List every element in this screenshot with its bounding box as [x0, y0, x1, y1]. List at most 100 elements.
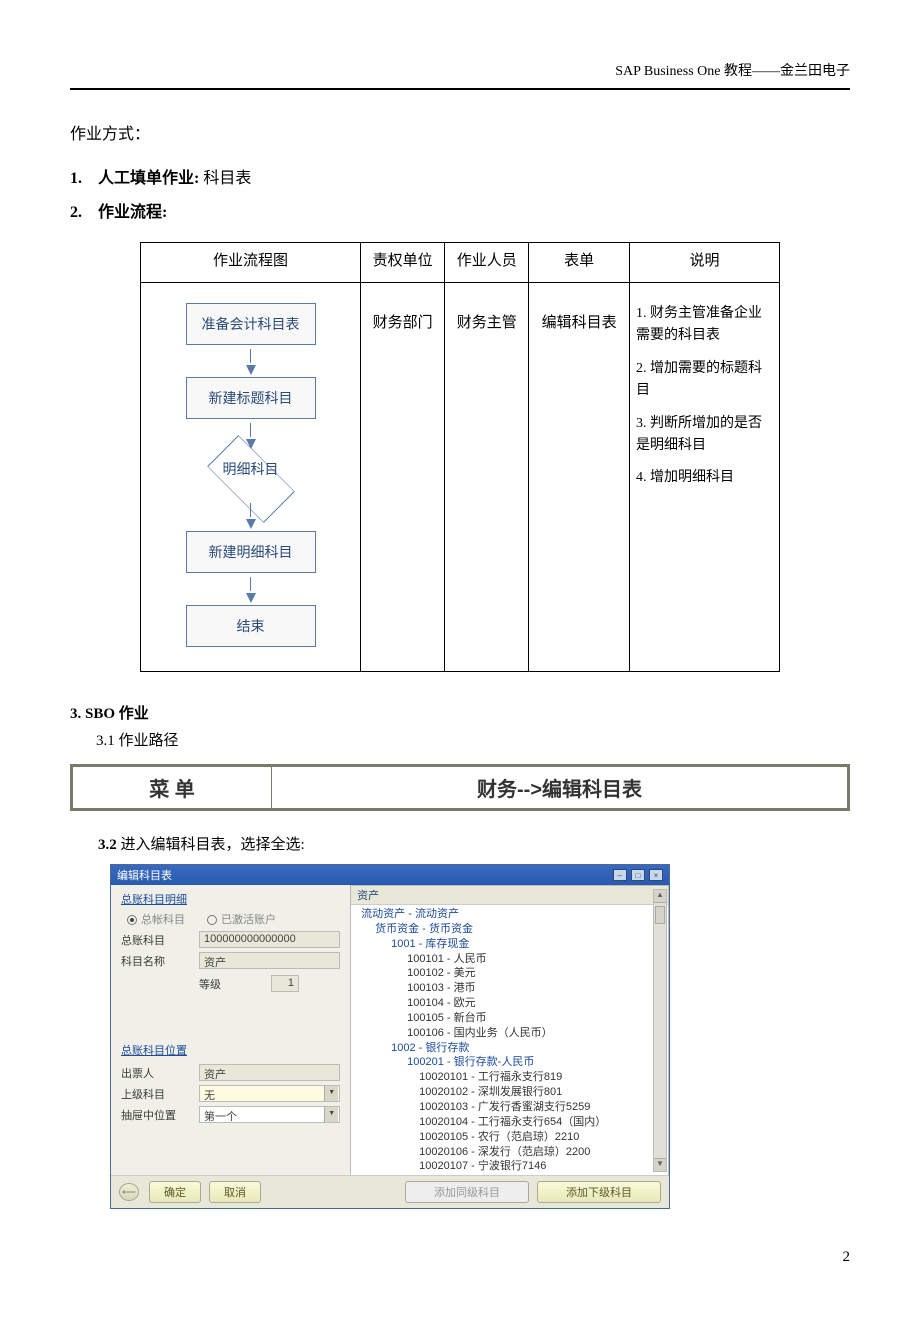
radio-gl-account[interactable]: [127, 915, 137, 925]
sbo-heading: 3. SBO 作业: [70, 702, 850, 723]
menu-path-table: 菜 单 财务-->编辑科目表: [70, 764, 850, 811]
flow-form-cell: 编辑科目表: [529, 283, 630, 672]
select-parent[interactable]: 无▼: [199, 1085, 340, 1102]
nav-back-icon[interactable]: ⟵: [119, 1183, 139, 1201]
tree-node[interactable]: 10020101 - 工行福永支行819: [357, 1070, 668, 1085]
select-parent-value: 无: [204, 1090, 215, 1102]
gl-position-link[interactable]: 总账科目位置: [121, 1042, 340, 1058]
lbl-gl-name: 科目名称: [121, 953, 199, 969]
tree-node[interactable]: 10020104 - 工行福永支行654（国内）: [357, 1115, 668, 1130]
account-tree[interactable]: 流动资产 - 流动资产货币资金 - 货币资金1001 - 库存现金100101 …: [357, 907, 668, 1175]
flow-person-cell: 财务主管: [445, 283, 529, 672]
flow-diagram-cell: 准备会计科目表 新建标题科目 明细科目 新建明细科目 结束: [141, 283, 361, 672]
flow-th-person: 作业人员: [445, 243, 529, 283]
flow-desc-1: 1. 财务主管准备企业需要的科目表: [636, 303, 773, 348]
gl-detail-link[interactable]: 总账科目明细: [121, 891, 340, 907]
list-title-1: 人工填单作业:: [98, 170, 199, 187]
page-header: SAP Business One 教程——金兰田电子: [70, 60, 850, 80]
scroll-up-icon[interactable]: ▲: [654, 890, 666, 903]
scroll-thumb[interactable]: [655, 906, 665, 924]
list-item-1: 1. 人工填单作业: 科目表: [70, 164, 850, 188]
tree-node[interactable]: 10020103 - 广发行香蜜湖支行5259: [357, 1100, 668, 1115]
sbo-step-3-2: 3.2 进入编辑科目表，选择全选:: [98, 833, 850, 854]
cancel-button[interactable]: 取消: [209, 1181, 261, 1203]
list-text-1: 科目表: [203, 170, 251, 187]
list-title-2: 作业流程:: [98, 204, 167, 221]
radio-active-account[interactable]: [207, 915, 217, 925]
minimize-icon[interactable]: –: [613, 869, 627, 881]
tree-node[interactable]: 100102 - 美元: [357, 966, 668, 981]
list-num-2: 2.: [70, 204, 82, 221]
tree-header-assets: 资产: [351, 886, 668, 905]
select-position-value: 第一个: [204, 1111, 237, 1123]
menu-right: 财务-->编辑科目表: [272, 766, 849, 810]
lbl-parent: 上级科目: [121, 1086, 199, 1102]
lbl-gl-code: 总账科目: [121, 932, 199, 948]
radio-active-label: 已激活账户: [221, 914, 276, 926]
tree-node[interactable]: 1002 - 银行存款: [357, 1041, 668, 1056]
page-number: 2: [70, 1249, 850, 1266]
flow-desc-3: 3. 判断所增加的是否是明细科目: [636, 413, 773, 458]
window-buttons: – □ ×: [612, 869, 663, 881]
tree-node[interactable]: 10020102 - 深圳发展银行801: [357, 1085, 668, 1100]
sbo-path-label: 3.1 作业路径: [96, 729, 850, 750]
close-icon[interactable]: ×: [649, 869, 663, 881]
tree-node[interactable]: 100106 - 国内业务（人民币）: [357, 1026, 668, 1041]
add-child-button[interactable]: 添加下级科目: [537, 1181, 661, 1203]
header-rule: [70, 88, 850, 90]
tree-node[interactable]: 10020108 - 农业银行17589: [357, 1174, 668, 1175]
tree-node[interactable]: 10020107 - 宁波银行7146: [357, 1159, 668, 1174]
tree-node[interactable]: 100201 - 银行存款-人民币: [357, 1055, 668, 1070]
intro-label: 作业方式：: [70, 120, 850, 144]
add-sibling-button[interactable]: 添加同级科目: [405, 1181, 529, 1203]
select-position[interactable]: 第一个 ▼: [199, 1106, 340, 1123]
menu-left: 菜 单: [72, 766, 272, 810]
chevron-down-icon[interactable]: ▼: [324, 1107, 338, 1122]
input-drawer[interactable]: 资产: [199, 1064, 340, 1081]
input-level[interactable]: 1: [271, 975, 299, 992]
chevron-down-icon[interactable]: ▼: [324, 1086, 338, 1101]
flow-decision-detail: 明细科目: [186, 439, 316, 499]
tree-node[interactable]: 1001 - 库存现金: [357, 937, 668, 952]
flow-box-prepare: 准备会计科目表: [186, 303, 316, 345]
flow-th-form: 表单: [529, 243, 630, 283]
tree-node[interactable]: 100103 - 港币: [357, 981, 668, 996]
tree-node[interactable]: 100101 - 人民币: [357, 952, 668, 967]
sbo-step-text: 进入编辑科目表，选择全选:: [121, 837, 305, 853]
sap-window: 编辑科目表 – □ × 总账科目明细 总帐科目 已激活账户 总账科目 10000…: [110, 864, 670, 1209]
flow-decision-label: 明细科目: [186, 459, 316, 479]
flow-desc-4: 4. 增加明细科目: [636, 467, 773, 489]
tree-node[interactable]: 流动资产 - 流动资产: [357, 907, 668, 922]
lbl-position: 抽屉中位置: [121, 1107, 199, 1123]
flow-box-new-title: 新建标题科目: [186, 377, 316, 419]
flow-th-diagram: 作业流程图: [141, 243, 361, 283]
scroll-down-icon[interactable]: ▼: [654, 1158, 666, 1171]
maximize-icon[interactable]: □: [631, 869, 645, 881]
sap-right-panel: 资产 流动资产 - 流动资产货币资金 - 货币资金1001 - 库存现金1001…: [350, 885, 669, 1175]
radio-gl-label: 总帐科目: [141, 914, 185, 926]
flow-table: 作业流程图 责权单位 作业人员 表单 说明 准备会计科目表 新建标题科目 明细科…: [140, 242, 780, 672]
ok-button[interactable]: 确定: [149, 1181, 201, 1203]
flow-box-new-detail: 新建明细科目: [186, 531, 316, 573]
list-num-1: 1.: [70, 170, 82, 187]
list-item-2: 2. 作业流程:: [70, 198, 850, 222]
scrollbar[interactable]: ▲ ▼: [653, 889, 667, 1172]
sap-left-panel: 总账科目明细 总帐科目 已激活账户 总账科目 100000000000000 科…: [111, 885, 350, 1175]
input-gl-code[interactable]: 100000000000000: [199, 931, 340, 948]
tree-node[interactable]: 10020105 - 农行（范启琼）2210: [357, 1130, 668, 1145]
tree-node[interactable]: 100104 - 欧元: [357, 996, 668, 1011]
tree-node[interactable]: 10020106 - 深发行（范启琼）2200: [357, 1145, 668, 1160]
sbo-step-num: 3.2: [98, 837, 117, 853]
sap-window-title: 编辑科目表: [117, 867, 172, 883]
input-gl-name[interactable]: 资产: [199, 952, 340, 969]
lbl-level: 等级: [199, 976, 221, 992]
flow-desc-cell: 1. 财务主管准备企业需要的科目表 2. 增加需要的标题科目 3. 判断所增加的…: [630, 283, 780, 672]
flow-box-end: 结束: [186, 605, 316, 647]
tree-node[interactable]: 100105 - 新台币: [357, 1011, 668, 1026]
lbl-drawer: 出票人: [121, 1065, 199, 1081]
flow-th-unit: 责权单位: [361, 243, 445, 283]
flow-desc-2: 2. 增加需要的标题科目: [636, 358, 773, 403]
tree-node[interactable]: 货币资金 - 货币资金: [357, 922, 668, 937]
sap-titlebar: 编辑科目表 – □ ×: [111, 865, 669, 885]
flow-unit-cell: 财务部门: [361, 283, 445, 672]
